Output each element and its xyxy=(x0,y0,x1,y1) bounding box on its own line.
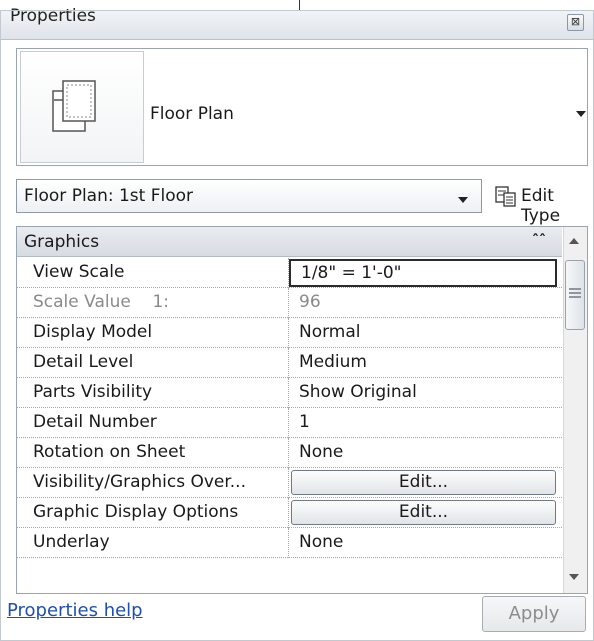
type-name: Floor Plan xyxy=(150,104,234,124)
property-row-view-scale[interactable]: View Scale 1/8" = 1'-0" xyxy=(17,258,562,288)
top-edge-marker xyxy=(299,0,300,10)
scroll-down-icon[interactable] xyxy=(569,574,579,580)
column-divider xyxy=(288,408,289,438)
column-divider xyxy=(288,468,289,498)
column-divider xyxy=(288,288,289,318)
property-row-rotation-on-sheet[interactable]: Rotation on Sheet None xyxy=(17,438,562,468)
property-name: Underlay xyxy=(33,532,110,552)
chevron-down-icon[interactable] xyxy=(458,197,468,203)
property-name: Visibility/Graphics Over... xyxy=(33,472,246,492)
apply-button[interactable]: Apply xyxy=(482,596,586,632)
property-name: Rotation on Sheet xyxy=(33,442,186,462)
panel-title: Properties xyxy=(10,6,96,26)
property-name: Parts Visibility xyxy=(33,382,153,402)
property-row-underlay[interactable]: Underlay None xyxy=(17,528,562,558)
property-row-display-model[interactable]: Display Model Normal xyxy=(17,318,562,348)
column-divider xyxy=(288,348,289,378)
view-scale-field[interactable]: 1/8" = 1'-0" xyxy=(289,259,557,287)
property-name: Display Model xyxy=(33,322,153,342)
chevron-down-icon[interactable] xyxy=(576,111,586,117)
property-row-detail-level[interactable]: Detail Level Medium xyxy=(17,348,562,378)
property-row-visibility-graphics[interactable]: Visibility/Graphics Over... Edit... xyxy=(17,468,562,498)
property-value: Show Original xyxy=(299,382,417,402)
property-value: None xyxy=(299,532,344,552)
floor-plan-view-icon xyxy=(52,80,96,132)
property-name: View Scale xyxy=(33,262,125,282)
grip-icon xyxy=(569,292,581,294)
column-divider xyxy=(288,528,289,558)
property-row-detail-number[interactable]: Detail Number 1 xyxy=(17,408,562,438)
edit-graphic-display-options-button[interactable]: Edit... xyxy=(291,500,556,525)
properties-help-link[interactable]: Properties help xyxy=(7,600,143,621)
property-name: Scale Value 1: xyxy=(33,292,169,312)
scroll-up-icon[interactable] xyxy=(569,238,579,244)
property-row-parts-visibility[interactable]: Parts Visibility Show Original xyxy=(17,378,562,408)
column-divider xyxy=(288,498,289,528)
column-divider xyxy=(288,318,289,348)
property-row-graphic-display-options[interactable]: Graphic Display Options Edit... xyxy=(17,498,562,528)
edit-type-icon[interactable] xyxy=(494,184,518,208)
column-divider xyxy=(288,438,289,468)
property-value: 96 xyxy=(299,292,321,312)
property-name: Graphic Display Options xyxy=(33,502,239,522)
property-name: Detail Level xyxy=(33,352,134,372)
group-label: Graphics xyxy=(24,232,100,252)
edit-type-button[interactable]: Edit Type xyxy=(521,186,594,226)
property-value: 1 xyxy=(299,412,310,432)
property-value: Medium xyxy=(299,352,367,372)
property-row-scale-value: Scale Value 1: 96 xyxy=(17,288,562,318)
property-value: None xyxy=(299,442,344,462)
column-divider xyxy=(288,378,289,408)
close-button[interactable]: ⊠ xyxy=(567,14,584,31)
collapse-icon[interactable]: ˆˆ xyxy=(532,233,546,249)
edit-visibility-graphics-button[interactable]: Edit... xyxy=(291,470,556,495)
property-value: 1/8" = 1'-0" xyxy=(301,263,402,283)
instance-filter-value: Floor Plan: 1st Floor xyxy=(24,186,194,206)
property-name: Detail Number xyxy=(33,412,157,432)
property-value: Normal xyxy=(299,322,361,342)
